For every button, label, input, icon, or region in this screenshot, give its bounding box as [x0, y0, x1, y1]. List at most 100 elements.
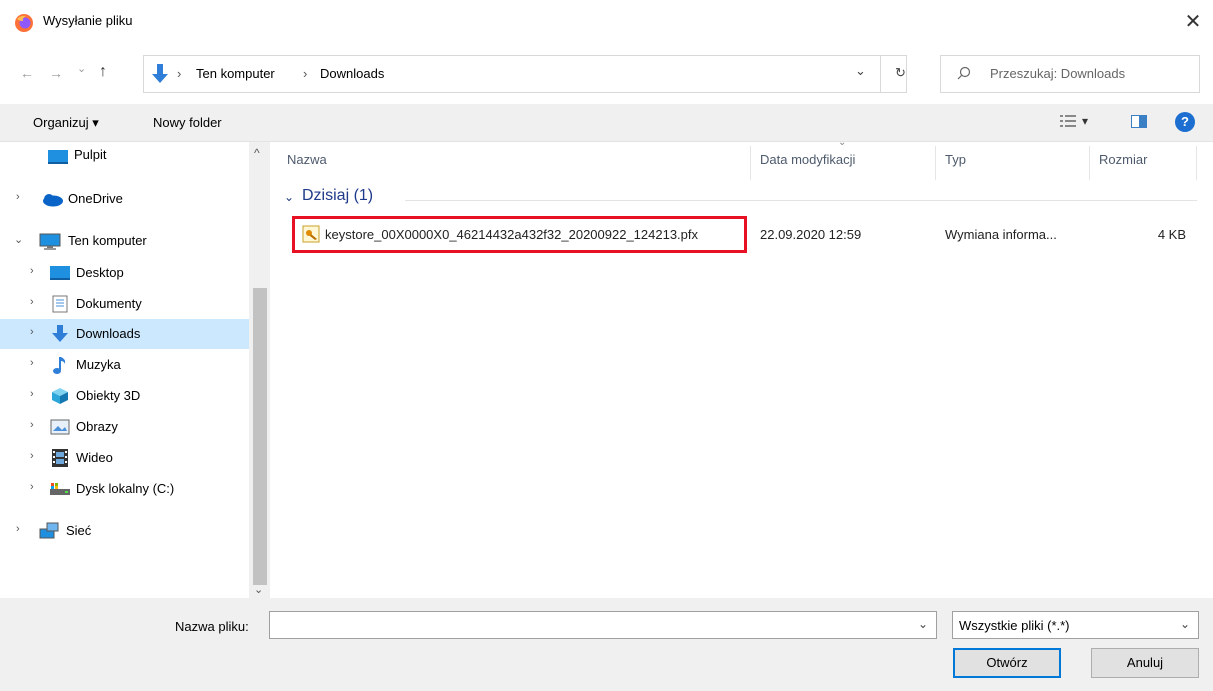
sidebar-item-video[interactable]: › Wideo [0, 443, 249, 473]
sidebar-item-downloads[interactable]: › Downloads [0, 319, 249, 349]
sidebar-item-label: Desktop [76, 265, 124, 280]
file-name[interactable]: keystore_00X0000X0_46214432a432f32_20200… [325, 227, 698, 242]
divider [880, 55, 881, 93]
breadcrumb-downloads[interactable]: Downloads [320, 66, 384, 81]
downloads-icon [150, 63, 170, 85]
desktop-icon [50, 265, 70, 281]
sidebar-item-label: Obrazy [76, 419, 118, 434]
network-icon [38, 521, 60, 541]
column-divider[interactable] [1196, 146, 1197, 180]
filter-value: Wszystkie pliki (*.*) [959, 618, 1070, 633]
file-type-filter[interactable]: Wszystkie pliki (*.*) ⌄ [952, 611, 1199, 639]
documents-icon [52, 295, 68, 313]
expand-chevron-icon[interactable]: › [30, 481, 34, 493]
view-dropdown-button[interactable]: ▾ [1082, 114, 1088, 128]
sidebar-item-desktop[interactable]: › Desktop [0, 258, 249, 288]
new-folder-button[interactable]: Nowy folder [153, 115, 222, 130]
breadcrumb-separator: › [303, 66, 308, 81]
expand-chevron-icon[interactable]: › [30, 326, 34, 338]
sidebar-item-label: Dysk lokalny (C:) [76, 481, 175, 496]
sidebar-item-this-pc[interactable]: ⌄ Ten komputer [0, 226, 249, 256]
filename-dropdown-icon[interactable]: ⌄ [918, 617, 928, 631]
video-icon [52, 449, 68, 467]
sidebar-item-documents[interactable]: › Dokumenty [0, 289, 249, 319]
expand-chevron-icon[interactable]: › [30, 296, 34, 308]
sidebar-item-label: Dokumenty [76, 296, 142, 311]
sidebar-item-label: Muzyka [76, 357, 121, 372]
column-header-size[interactable]: Rozmiar [1099, 152, 1147, 167]
title-bar [0, 0, 1213, 46]
expand-chevron-icon[interactable]: › [16, 523, 20, 535]
up-button[interactable]: ↑ [99, 63, 107, 81]
navigation-pane: Pulpit › OneDrive ⌄ Ten komputer › Deskt… [0, 142, 270, 598]
group-divider [405, 200, 1197, 201]
sidebar-item-label: Pulpit [74, 147, 107, 162]
sidebar-item-label: Sieć [66, 523, 92, 538]
scrollbar-thumb[interactable] [253, 288, 267, 585]
expand-chevron-icon[interactable]: › [30, 450, 34, 462]
firefox-icon [14, 13, 34, 33]
column-header-name[interactable]: Nazwa [287, 152, 327, 167]
column-divider[interactable] [935, 146, 936, 180]
sidebar-item-network[interactable]: › Sieć [0, 516, 249, 546]
expand-chevron-icon[interactable]: › [30, 388, 34, 400]
drive-icon [50, 482, 70, 496]
preview-pane-icon[interactable] [1131, 115, 1147, 128]
back-button[interactable]: ← [20, 65, 34, 81]
window-title: Wysyłanie pliku [43, 13, 133, 28]
column-header-date[interactable]: Data modyfikacji [760, 152, 855, 167]
refresh-button[interactable]: ↻ [895, 65, 906, 81]
pictures-icon [50, 419, 70, 435]
organize-button[interactable]: Organizuj ▾ [33, 115, 99, 131]
sidebar-item-3d-objects[interactable]: › Obiekty 3D [0, 381, 249, 411]
music-icon [52, 355, 68, 375]
file-type: Wymiana informa... [945, 227, 1057, 242]
sidebar-item-pictures[interactable]: › Obrazy [0, 412, 249, 442]
scroll-up-button[interactable]: ^ [254, 146, 260, 160]
filename-label: Nazwa pliku: [175, 619, 249, 634]
column-divider[interactable] [750, 146, 751, 180]
sidebar-item-label: Obiekty 3D [76, 388, 141, 403]
sidebar-item-local-disk[interactable]: › Dysk lokalny (C:) [0, 474, 249, 504]
expand-chevron-icon[interactable]: › [30, 265, 34, 277]
desktop-icon [48, 149, 68, 165]
search-icon [957, 66, 971, 80]
search-input[interactable]: Przeszukaj: Downloads [990, 66, 1125, 81]
sidebar-item-onedrive[interactable]: › OneDrive [0, 184, 249, 214]
column-header-type[interactable]: Typ [945, 152, 966, 167]
collapse-chevron-icon[interactable]: ⌄ [14, 233, 23, 246]
open-button[interactable]: Otwórz [953, 648, 1061, 678]
expand-chevron-icon[interactable]: › [16, 191, 20, 203]
expand-chevron-icon[interactable]: › [30, 357, 34, 369]
address-dropdown-button[interactable]: ⌄ [855, 63, 866, 79]
downloads-icon [50, 324, 70, 344]
sidebar-item-label: Downloads [76, 326, 141, 341]
group-collapse-chevron-icon[interactable]: ⌄ [284, 190, 294, 204]
certificate-file-icon [302, 225, 320, 243]
filter-dropdown-icon[interactable]: ⌄ [1180, 617, 1190, 631]
sidebar-item-music[interactable]: › Muzyka [0, 350, 249, 380]
expand-chevron-icon[interactable]: › [30, 419, 34, 431]
cancel-button[interactable]: Anuluj [1091, 648, 1199, 678]
scroll-down-button[interactable]: ⌄ [254, 583, 263, 596]
history-dropdown[interactable]: ⌄ [77, 62, 86, 75]
sidebar-item-label: Ten komputer [68, 233, 147, 248]
file-date: 22.09.2020 12:59 [760, 227, 862, 242]
filename-input[interactable]: ⌄ [269, 611, 937, 639]
sidebar-item-label: Wideo [76, 450, 113, 465]
column-divider[interactable] [1089, 146, 1090, 180]
sort-indicator-icon: ⌄ [838, 137, 847, 148]
objects-3d-icon [50, 386, 70, 406]
view-options-icon[interactable] [1060, 114, 1076, 128]
sidebar-item-pulpit[interactable]: Pulpit [0, 142, 249, 172]
sidebar-item-label: OneDrive [68, 191, 123, 206]
group-header[interactable]: Dzisiaj (1) [302, 187, 373, 205]
help-button[interactable]: ? [1175, 112, 1195, 132]
cloud-icon [40, 193, 64, 207]
computer-icon [39, 233, 61, 251]
file-size: 4 KB [1157, 227, 1186, 242]
forward-button[interactable]: → [49, 65, 63, 81]
breadcrumb-this-pc[interactable]: Ten komputer [196, 66, 275, 81]
close-button[interactable]: ✕ [1180, 10, 1206, 36]
breadcrumb-separator: › [177, 66, 182, 81]
